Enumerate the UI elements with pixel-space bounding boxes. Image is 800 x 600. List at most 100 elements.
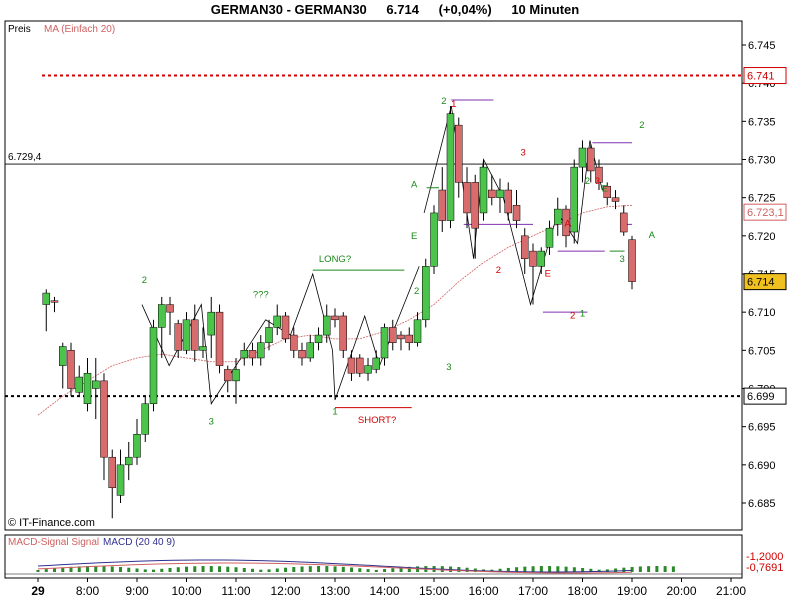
candle-body — [257, 342, 265, 359]
x-tick-label: 9:00 — [125, 584, 149, 598]
macd-histogram-bar — [391, 568, 395, 572]
macd-histogram-bar — [176, 567, 180, 572]
candle-body — [322, 315, 331, 336]
legend-price: Preis — [8, 24, 31, 35]
candle-body — [537, 250, 546, 267]
macd-histogram-bar — [622, 567, 626, 572]
candle-body — [50, 300, 59, 303]
macd-histogram-bar — [251, 568, 255, 572]
x-tick-label: 19:00 — [617, 584, 647, 598]
macd-histogram-bar — [383, 569, 387, 572]
pattern-annotation: 3 — [446, 362, 451, 373]
y-tick-label: 6.685 — [748, 498, 776, 510]
pattern-annotation: 2 — [585, 176, 590, 187]
candle-body — [223, 369, 232, 382]
macd-histogram-bar — [201, 566, 205, 572]
macd-histogram-bar — [300, 566, 304, 572]
y-tick-label: 6.735 — [748, 116, 776, 128]
macd-histogram-bar — [523, 566, 527, 572]
candle-body — [455, 124, 463, 183]
macd-histogram-bar — [333, 566, 337, 572]
macd-histogram-bar — [168, 567, 172, 572]
pattern-annotation: 1 — [580, 309, 585, 320]
candle-body — [512, 205, 521, 221]
resistance-tag: 6.741 — [747, 71, 775, 83]
macd-tag-2: -0,7691 — [746, 562, 783, 574]
pattern-annotation: 3 — [520, 148, 525, 159]
candle-body — [298, 350, 306, 359]
macd-histogram-bar — [531, 566, 535, 572]
pattern-annotation: 2 — [639, 120, 644, 131]
x-tick-label: 10:00 — [171, 584, 201, 598]
pattern-annotation: 3 — [619, 254, 624, 265]
macd-histogram-bar — [36, 570, 40, 572]
macd-histogram-bar — [539, 566, 543, 572]
macd-histogram-bar — [308, 566, 312, 572]
candle-body — [59, 346, 67, 366]
macd-histogram-bar — [44, 569, 48, 572]
candle-body — [611, 197, 620, 202]
pattern-annotation: LONG? — [319, 254, 351, 265]
candle-body — [199, 346, 207, 351]
macd-histogram-bar — [564, 566, 568, 572]
macd-histogram-bar — [366, 569, 370, 572]
macd-histogram-bar — [284, 567, 288, 572]
candle-body — [83, 372, 92, 405]
x-tick-label: 17:00 — [518, 584, 548, 598]
pattern-annotation: 1 — [451, 99, 456, 110]
candle-body — [554, 208, 562, 225]
candle-body — [471, 182, 479, 229]
y-tick-label: 6.730 — [748, 155, 776, 167]
ma-tag: 6.723,1 — [747, 207, 784, 219]
candle-body — [265, 327, 273, 343]
macd-histogram-bar — [53, 568, 57, 572]
macd-histogram-bar — [267, 569, 271, 572]
pattern-annotation: A — [649, 230, 656, 241]
x-tick-label: 18:00 — [567, 584, 597, 598]
candle-body — [463, 182, 471, 214]
support-tag: 6.699 — [747, 391, 775, 403]
x-tick-label: 8:00 — [76, 584, 100, 598]
pattern-annotation: 2 — [496, 265, 501, 276]
candle-body — [397, 334, 405, 340]
x-tick-label: 13:00 — [320, 584, 350, 598]
y-tick-label: 6.690 — [748, 460, 776, 472]
pattern-annotation: A — [411, 180, 418, 191]
legend-macd: MACD (20 40 9) — [103, 537, 175, 548]
candle-body — [290, 334, 298, 351]
candle-body — [100, 380, 108, 458]
candle-body — [438, 189, 447, 221]
x-tick-label: 15:00 — [419, 584, 449, 598]
macd-histogram-bar — [374, 569, 378, 572]
macd-histogram-bar — [226, 566, 230, 572]
pattern-annotation: 2 — [570, 310, 575, 321]
x-tick-label: 29 — [31, 584, 45, 598]
candle-body — [347, 357, 356, 374]
candle-body — [587, 147, 595, 172]
candle-body — [413, 319, 422, 343]
candle-body — [273, 315, 281, 328]
candle-body — [306, 342, 314, 359]
y-tick-label: 6.720 — [748, 231, 776, 243]
macd-histogram-bar — [292, 567, 296, 572]
macd-histogram-bar — [209, 566, 213, 572]
candle-body — [124, 456, 133, 466]
x-tick-label: 16:00 — [468, 584, 498, 598]
candle-body — [372, 357, 380, 370]
macd-histogram-bar — [102, 566, 106, 572]
candle-body — [314, 334, 323, 343]
candle-body — [364, 365, 372, 374]
candle-body — [446, 113, 455, 221]
macd-histogram-bar — [572, 567, 576, 572]
legend-macd-signal: MACD-Signal Signal — [8, 537, 99, 548]
y-tick-label: 6.710 — [748, 307, 776, 319]
candle-body — [42, 292, 51, 305]
candle-body — [545, 227, 554, 248]
candle-body — [356, 357, 364, 374]
candle-body — [166, 304, 174, 313]
macd-histogram-bar — [638, 566, 642, 572]
pattern-annotation: 3 — [209, 416, 214, 427]
macd-histogram-bar — [350, 567, 354, 572]
macd-histogram-bar — [325, 566, 329, 572]
candle-body — [67, 350, 75, 389]
